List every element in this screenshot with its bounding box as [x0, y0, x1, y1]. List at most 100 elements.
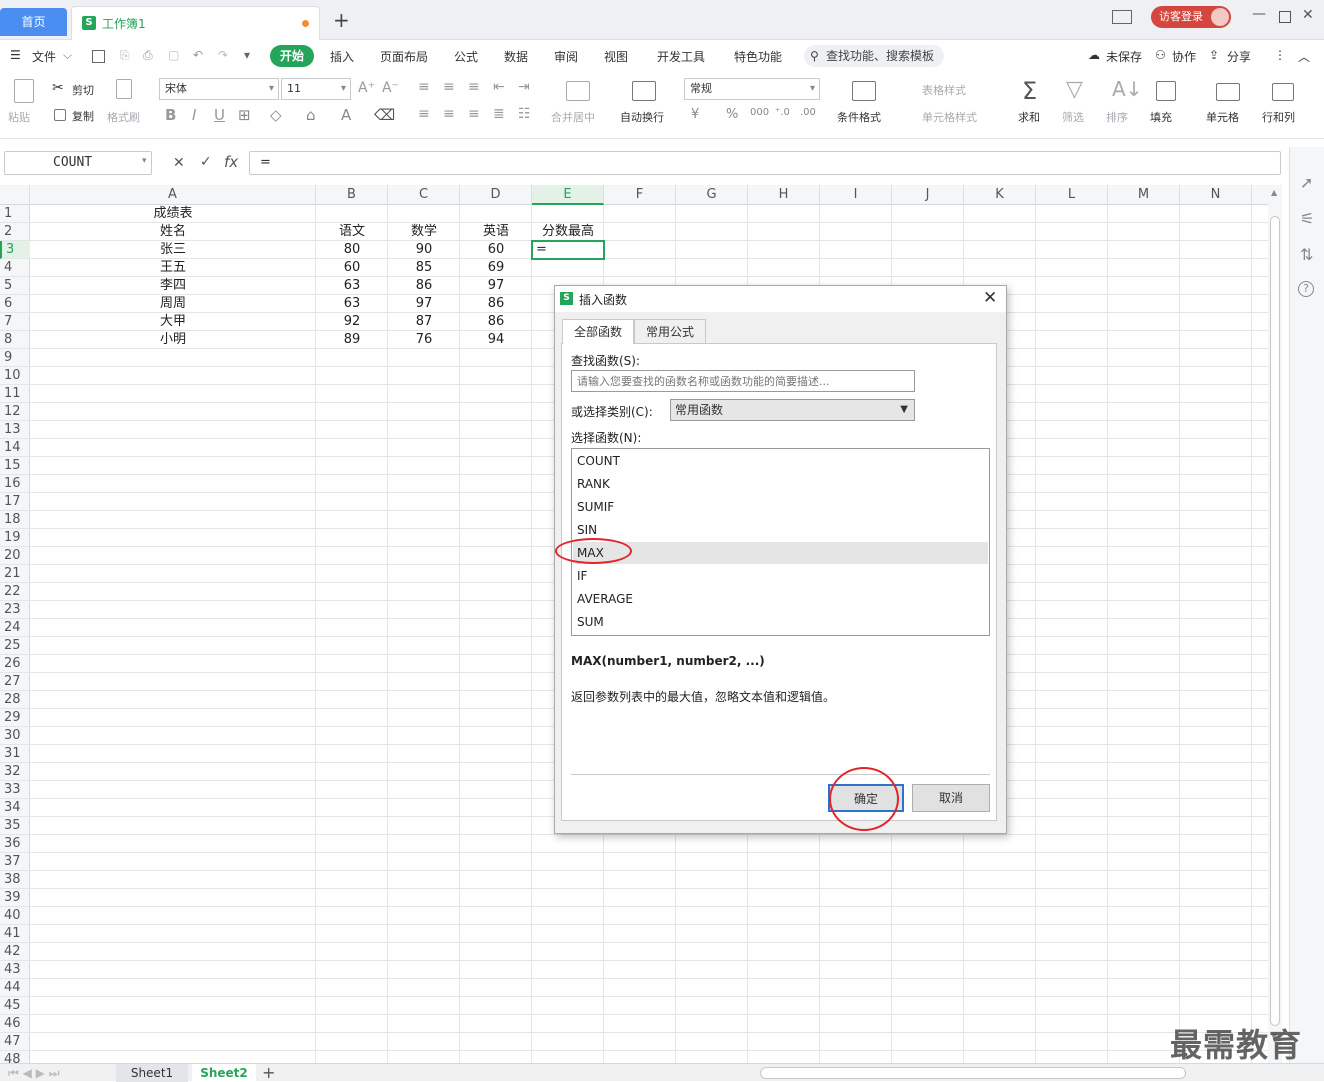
category-select[interactable]: 常用函数 ▼ — [670, 399, 915, 421]
formula-input[interactable]: = — [249, 151, 1281, 175]
row-header-31[interactable]: 31 — [0, 745, 30, 763]
align-right-icon[interactable]: ≡ — [468, 106, 480, 122]
table-cell[interactable]: 80 — [316, 241, 388, 259]
row-header-8[interactable]: 8 — [0, 331, 30, 349]
align-top-icon[interactable]: ≡ — [418, 79, 430, 95]
column-header-A[interactable]: A — [30, 185, 316, 205]
column-header-B[interactable]: B — [316, 185, 388, 205]
tab-workbook[interactable]: S 工作簿1 — [71, 6, 320, 40]
row-header-9[interactable]: 9 — [0, 349, 30, 367]
column-header-F[interactable]: F — [604, 185, 676, 205]
table-style-button[interactable]: 表格样式 — [922, 82, 966, 98]
active-cell-E3[interactable]: = — [531, 240, 605, 260]
indent-increase-icon[interactable]: ⇥ — [518, 79, 530, 95]
name-box-dropdown-icon[interactable]: ▾ — [142, 156, 147, 166]
row-header-14[interactable]: 14 — [0, 439, 30, 457]
row-header-48[interactable]: 48 — [0, 1051, 30, 1063]
cell-header[interactable]: 英语 — [460, 223, 532, 241]
table-cell[interactable]: 60 — [460, 241, 532, 259]
row-header-21[interactable]: 21 — [0, 565, 30, 583]
increase-font-icon[interactable]: A⁺ — [358, 80, 375, 96]
print-icon[interactable]: ⎙ — [143, 48, 153, 63]
row-header-6[interactable]: 6 — [0, 295, 30, 313]
function-item-sumif[interactable]: SUMIF — [573, 496, 988, 518]
row-header-36[interactable]: 36 — [0, 835, 30, 853]
confirm-formula-icon[interactable]: ✓ — [200, 154, 212, 170]
table-cell[interactable]: 周周 — [30, 295, 316, 313]
save-icon[interactable] — [92, 50, 105, 63]
row-header-38[interactable]: 38 — [0, 871, 30, 889]
scissors-icon[interactable]: ✂ — [52, 80, 64, 96]
row-header-46[interactable]: 46 — [0, 1015, 30, 1033]
function-item-max[interactable]: MAX — [573, 542, 988, 564]
close-window-icon[interactable]: ✕ — [1302, 7, 1314, 23]
function-list[interactable]: COUNT RANK SUMIF SIN MAX IF AVERAGE SUM — [571, 448, 990, 636]
filter-button[interactable]: 筛选 — [1062, 109, 1084, 125]
table-cell[interactable]: 86 — [460, 295, 532, 313]
border-icon[interactable]: ⊞ — [238, 106, 251, 124]
login-button[interactable]: 访客登录 — [1151, 6, 1231, 28]
sort-button[interactable]: 排序 — [1106, 109, 1128, 125]
cells-button[interactable]: 单元格 — [1206, 109, 1239, 125]
fill-icon[interactable] — [1156, 81, 1176, 101]
preview-icon[interactable]: ▢ — [168, 48, 179, 62]
row-header-47[interactable]: 47 — [0, 1033, 30, 1051]
sum-icon[interactable]: Σ — [1022, 77, 1037, 105]
row-header-45[interactable]: 45 — [0, 997, 30, 1015]
column-header-J[interactable]: J — [892, 185, 964, 205]
select-all-corner[interactable] — [0, 185, 30, 205]
window-layout-icon[interactable] — [1112, 10, 1132, 24]
row-header-41[interactable]: 41 — [0, 925, 30, 943]
conditional-format-icon[interactable] — [852, 81, 876, 101]
tab-common-formulas[interactable]: 常用公式 — [634, 319, 706, 343]
decrease-font-icon[interactable]: A⁻ — [382, 80, 399, 96]
vertical-scroll-thumb[interactable] — [1270, 216, 1280, 1026]
highlight-icon[interactable]: ⌂ — [306, 106, 316, 124]
percent-icon[interactable]: % — [726, 107, 738, 122]
help-icon[interactable]: ? — [1298, 281, 1314, 297]
merge-center-button[interactable]: 合并居中 — [551, 109, 595, 125]
column-header-M[interactable]: M — [1108, 185, 1180, 205]
sort-icon[interactable]: A↓ — [1112, 77, 1142, 101]
function-item-sin[interactable]: SIN — [573, 519, 988, 541]
function-item-sum[interactable]: SUM — [573, 611, 988, 633]
cell-header[interactable]: 语文 — [316, 223, 388, 241]
align-middle-icon[interactable]: ≡ — [443, 79, 455, 95]
collab-button[interactable]: 协作 — [1172, 48, 1196, 65]
cell-header[interactable]: 数学 — [388, 223, 460, 241]
row-header-18[interactable]: 18 — [0, 511, 30, 529]
row-col-icon[interactable] — [1272, 83, 1294, 101]
table-cell[interactable]: 89 — [316, 331, 388, 349]
menu-developer[interactable]: 开发工具 — [657, 48, 705, 65]
decrease-decimal-icon[interactable]: .00 — [800, 107, 816, 118]
row-header-10[interactable]: 10 — [0, 367, 30, 385]
sheet-tab-1[interactable]: Sheet1 — [116, 1064, 188, 1082]
sum-button[interactable]: 求和 — [1018, 109, 1040, 125]
share-button[interactable]: 分享 — [1227, 48, 1251, 65]
table-cell[interactable]: 60 — [316, 259, 388, 277]
eraser-icon[interactable]: ⌫ — [374, 106, 395, 124]
row-header-43[interactable]: 43 — [0, 961, 30, 979]
table-cell[interactable]: 92 — [316, 313, 388, 331]
table-cell[interactable]: 90 — [388, 241, 460, 259]
column-header-I[interactable]: I — [820, 185, 892, 205]
table-cell[interactable]: 87 — [388, 313, 460, 331]
merge-center-icon[interactable] — [566, 81, 590, 101]
font-color-icon[interactable]: A — [341, 106, 351, 124]
number-format-select[interactable]: 常规 — [684, 78, 820, 100]
tab-home[interactable]: 首页 — [0, 8, 67, 36]
table-cell[interactable]: 63 — [316, 295, 388, 313]
table-cell[interactable]: 小明 — [30, 331, 316, 349]
thousands-icon[interactable]: 000 — [750, 107, 769, 118]
function-item-if[interactable]: IF — [573, 565, 988, 587]
row-header-39[interactable]: 39 — [0, 889, 30, 907]
row-header-35[interactable]: 35 — [0, 817, 30, 835]
row-header-11[interactable]: 11 — [0, 385, 30, 403]
menu-review[interactable]: 审阅 — [554, 48, 578, 65]
fill-color-icon[interactable]: ◇ — [270, 106, 282, 124]
table-cell[interactable]: 李四 — [30, 277, 316, 295]
increase-decimal-icon[interactable]: ⁺.0 — [775, 107, 790, 118]
column-header-K[interactable]: K — [964, 185, 1036, 205]
table-cell[interactable]: 大甲 — [30, 313, 316, 331]
row-header-34[interactable]: 34 — [0, 799, 30, 817]
